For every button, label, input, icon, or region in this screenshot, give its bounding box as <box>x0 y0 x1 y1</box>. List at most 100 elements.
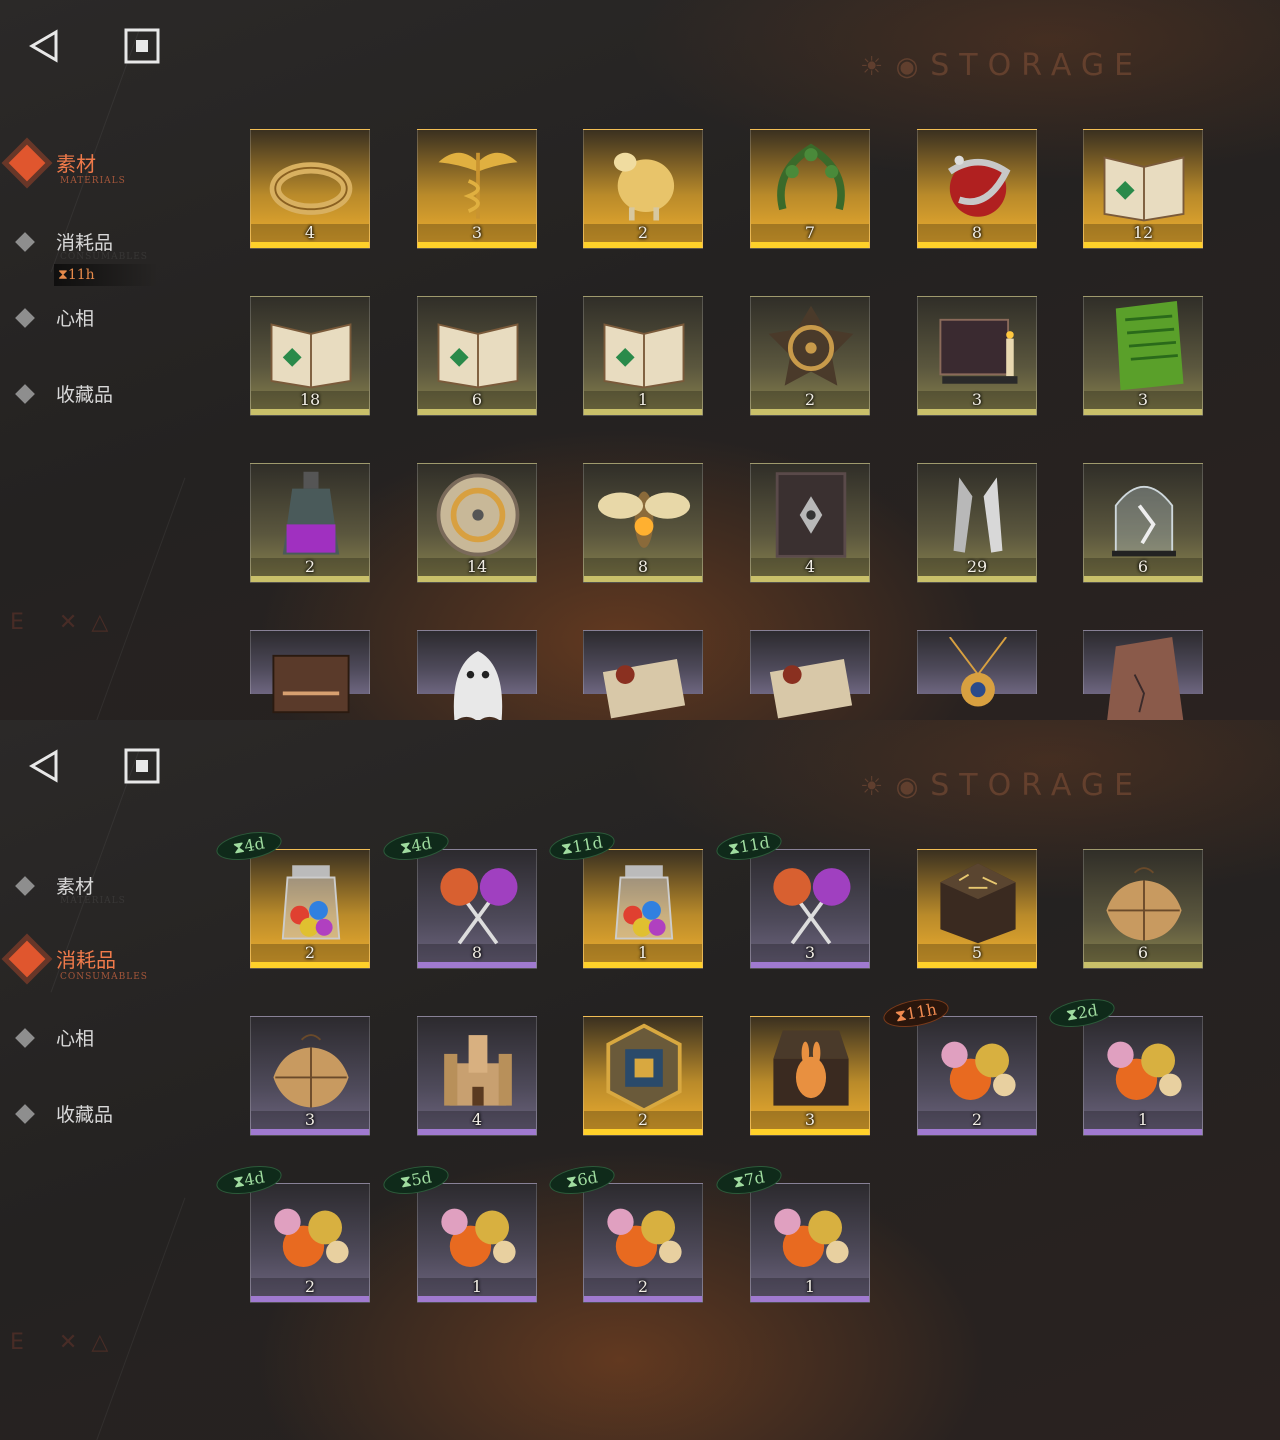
item-slot-brass-compass[interactable]: 14 <box>417 463 537 583</box>
candy-icon <box>441 1208 516 1267</box>
item-slot-puzzle-medal[interactable]: 2 <box>583 1016 703 1136</box>
item-slot-silver-bullets[interactable]: 29 <box>917 463 1037 583</box>
rarity-strip <box>1084 242 1202 248</box>
corner-deco: E ✕△ <box>10 610 123 635</box>
lollipop-icon <box>773 868 851 945</box>
item-slot-parcel[interactable]: 6 <box>1083 849 1203 969</box>
item-count: 8 <box>918 224 1036 242</box>
rarity-strip <box>918 962 1036 968</box>
item-slot-green-tablet[interactable]: 3 <box>1083 296 1203 416</box>
diamond-icon <box>15 384 35 404</box>
diamond-icon <box>15 232 35 252</box>
parcel-icon <box>1106 867 1182 941</box>
item-slot-candy-jar[interactable]: 1 <box>583 849 703 969</box>
diamond-icon <box>8 940 46 978</box>
item-slot-golden-sheep[interactable]: 2 <box>583 129 703 249</box>
nav-label: 素材 <box>56 876 95 898</box>
item-slot-wrapped-candy[interactable]: 1 <box>417 1183 537 1303</box>
box-icon <box>940 863 1016 944</box>
item-slot-sun-pendant[interactable] <box>917 630 1037 707</box>
item-count: 2 <box>918 1111 1036 1129</box>
item-slot-ghost-sheet[interactable] <box>417 630 537 720</box>
item-slot-wrapped-candy[interactable]: 1 <box>1083 1016 1203 1136</box>
rarity-strip <box>418 409 536 415</box>
book-icon <box>437 323 519 389</box>
item-count: 1 <box>584 391 702 409</box>
item-count: 1 <box>751 1278 869 1296</box>
home-button[interactable] <box>122 26 162 66</box>
item-slot-toy-castle[interactable]: 4 <box>417 1016 537 1136</box>
corner-deco: E ✕△ <box>10 1330 123 1355</box>
book-icon <box>603 323 685 389</box>
back-button[interactable] <box>26 746 66 786</box>
diamond-icon <box>8 144 46 182</box>
item-slot-wrapped-candy[interactable]: 2 <box>917 1016 1037 1136</box>
rarity-strip <box>251 1296 369 1302</box>
item-slot-clockwork-star[interactable]: 2 <box>750 296 870 416</box>
bullets-icon <box>953 477 1003 553</box>
item-slot-ouija-board[interactable]: 3 <box>917 296 1037 416</box>
rarity-strip <box>251 962 369 968</box>
scroll-icon <box>769 659 853 719</box>
item-slot-stone-slab[interactable] <box>1083 630 1203 720</box>
rarity-strip <box>751 1296 869 1302</box>
item-slot-glowing-moth[interactable]: 8 <box>583 463 703 583</box>
item-count: 4 <box>418 1111 536 1129</box>
home-button[interactable] <box>122 746 162 786</box>
item-slot-parcel[interactable]: 3 <box>250 1016 370 1136</box>
item-slot-wooden-case[interactable] <box>250 630 370 714</box>
item-slot-scroll-red-seal[interactable] <box>583 630 703 719</box>
item-slot-laurel-wreath[interactable]: 7 <box>750 129 870 249</box>
item-slot-lollipops[interactable]: 3 <box>750 849 870 969</box>
item-slot-wrapped-candy[interactable]: 2 <box>583 1183 703 1303</box>
back-arrow-icon <box>29 29 58 63</box>
caduceus-icon <box>438 152 518 219</box>
item-slot-dark-tome[interactable]: 4 <box>750 463 870 583</box>
rarity-strip <box>751 576 869 582</box>
compass-icon <box>436 473 520 557</box>
item-slot-gold-rune-book[interactable]: 1 <box>583 296 703 416</box>
apple-icon <box>947 155 1011 217</box>
rarity-strip <box>751 1129 869 1135</box>
diamond-icon <box>15 308 35 328</box>
item-slot-red-rune-book[interactable]: 12 <box>1083 129 1203 249</box>
item-slot-purple-bottle[interactable]: 2 <box>250 463 370 583</box>
item-slot-blue-rune-book[interactable]: 6 <box>417 296 537 416</box>
chest-icon <box>773 1030 849 1106</box>
stone-icon <box>1107 637 1184 720</box>
item-count: 14 <box>418 558 536 576</box>
item-slot-rabbit-chest[interactable]: 3 <box>750 1016 870 1136</box>
candy-icon <box>274 1208 349 1267</box>
item-slot-glass-dome[interactable]: 6 <box>1083 463 1203 583</box>
item-count: 4 <box>751 558 869 576</box>
ghost-icon <box>453 651 503 720</box>
book-icon <box>270 323 352 389</box>
item-slot-candy-jar[interactable]: 2 <box>250 849 370 969</box>
item-slot-rune-box[interactable]: 5 <box>917 849 1037 969</box>
item-count: 2 <box>751 391 869 409</box>
item-slot-wrapped-candy[interactable]: 1 <box>750 1183 870 1303</box>
tablet-icon <box>1115 301 1184 391</box>
item-slot-wrapped-candy[interactable]: 2 <box>250 1183 370 1303</box>
jar-icon <box>614 865 674 940</box>
item-count: 3 <box>1084 391 1202 409</box>
sheep-icon <box>613 152 675 221</box>
item-slot-brass-ring[interactable]: 4 <box>250 129 370 249</box>
diamond-icon <box>15 1104 35 1124</box>
storage-panel-consumables: ☀ ◉ STORAGE E ✕△ 素材 MATERIALS 消耗品 CONSUMA… <box>0 720 1280 1440</box>
rarity-strip <box>584 576 702 582</box>
item-slot-scroll-gold-seal[interactable] <box>750 630 870 719</box>
diamond-icon <box>15 876 35 896</box>
nav-label: 素材 <box>56 152 96 176</box>
item-slot-lollipops[interactable]: 8 <box>417 849 537 969</box>
rarity-strip <box>584 962 702 968</box>
item-slot-green-rune-book[interactable]: 18 <box>250 296 370 416</box>
tome-icon <box>775 472 847 558</box>
item-count: 12 <box>1084 224 1202 242</box>
item-count: 2 <box>584 224 702 242</box>
item-count: 8 <box>584 558 702 576</box>
back-button[interactable] <box>26 26 66 66</box>
item-slot-winged-caduceus[interactable]: 3 <box>417 129 537 249</box>
candy-icon <box>774 1208 849 1267</box>
item-slot-snake-apple[interactable]: 8 <box>917 129 1037 249</box>
